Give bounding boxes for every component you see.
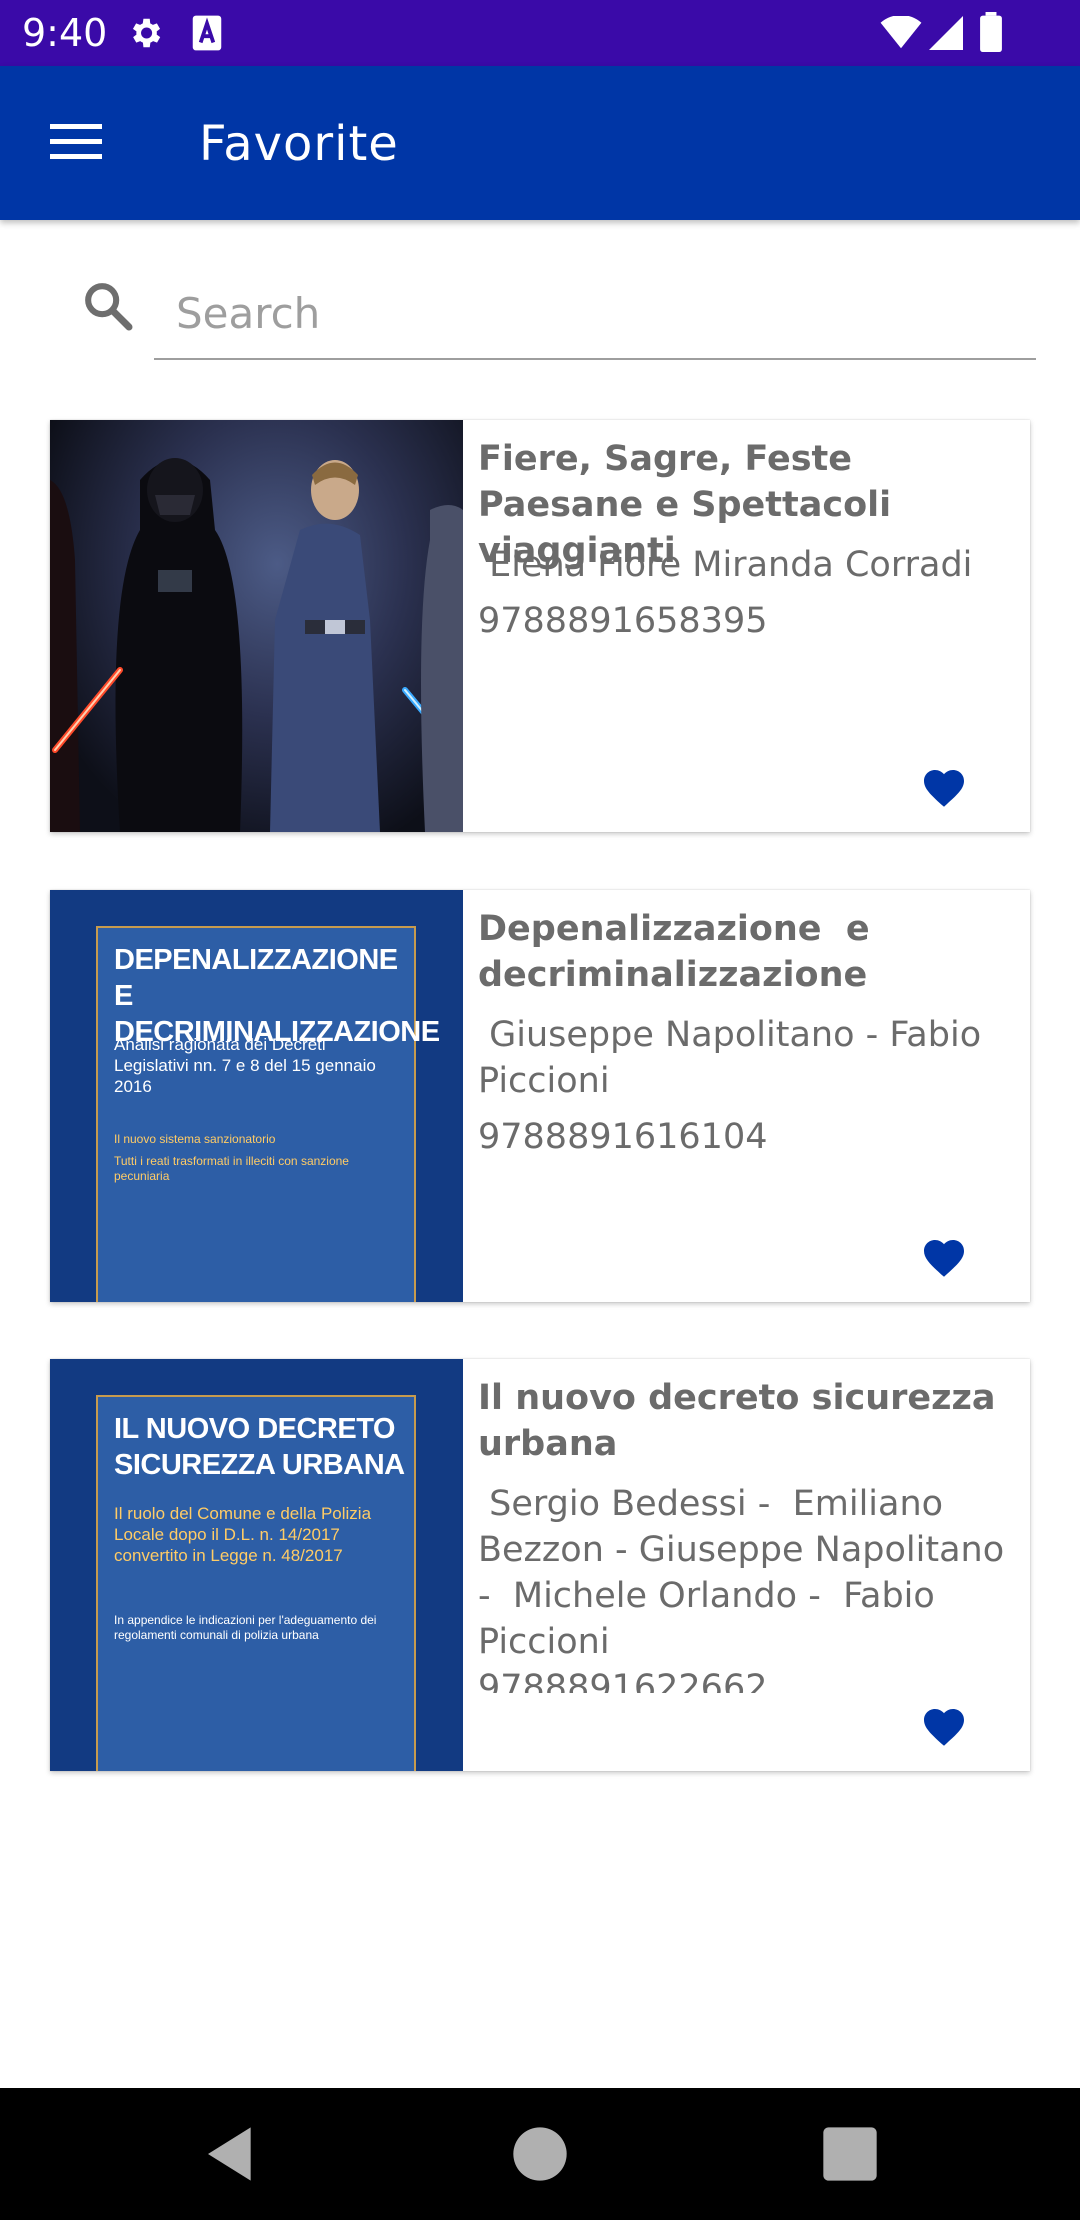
cover-panel: IL NUOVO DECRETO SICUREZZA URBANA Il ruo… [96,1395,416,1771]
system-navigation-bar [0,2088,1080,2220]
cover-bullet: Tutti i reati trasformati in illeciti co… [114,1154,349,1183]
search-icon [85,283,133,331]
book-authors-and-isbn: Sergio Bedessi - Emiliano Bezzon - Giuse… [478,1481,1023,1693]
heart-icon[interactable] [920,764,968,808]
back-triangle-icon[interactable] [200,2122,264,2186]
book-cover-image [50,420,463,832]
cover-subtitle: Analisi ragionata dei Decreti Legislativ… [114,1035,376,1096]
menu-icon [50,124,102,129]
battery-icon [980,12,1002,52]
book-isbn: 9788891616104 [478,1117,768,1157]
book-isbn: 9788891622662 [478,1668,768,1693]
search-input[interactable] [154,268,1036,360]
book-authors: Giuseppe Napolitano - Fabio Piccioni [478,1015,993,1101]
cover-heading: IL NUOVO DECRETO SICUREZZA URBANA [114,1413,405,1481]
search-bar [0,240,1080,380]
page-title: Favorite [199,116,399,172]
cover-illustration [50,458,463,832]
status-time: 9:40 [22,11,108,55]
book-card[interactable]: IL NUOVO DECRETO SICUREZZA URBANA Il ruo… [50,1359,1030,1771]
book-info: Il nuovo decreto sicurezza urbana Sergio… [463,1359,1030,1771]
cover-panel: DEPENALIZZAZIONE E DECRIMINALIZZAZIONE A… [96,926,440,1302]
cover-bullet: In appendice le indicazioni per l'adegua… [114,1613,377,1642]
cellular-signal-icon [929,16,963,50]
book-info: Fiere, Sagre, Feste Paesane e Spettacoli… [463,420,1030,832]
menu-button[interactable] [30,104,124,184]
home-circle-icon[interactable] [508,2122,572,2186]
cover-subtitle: Il ruolo del Comune e della Polizia Loca… [114,1504,372,1565]
heart-icon[interactable] [920,1703,968,1747]
book-info: Depenalizzazione e decriminalizzazione G… [463,890,1030,1302]
accessibility-font-icon [192,15,222,51]
book-cover-image: DEPENALIZZAZIONE E DECRIMINALIZZAZIONE A… [50,890,463,1302]
app-bar: Favorite [0,66,1080,220]
book-cover-image: IL NUOVO DECRETO SICUREZZA URBANA Il ruo… [50,1359,463,1771]
book-authors: Sergio Bedessi - Emiliano Bezzon - Giuse… [478,1484,1016,1662]
book-title: Il nuovo decreto sicurezza urbana [478,1378,996,1464]
cover-bullet: Il nuovo sistema sanzionatorio [114,1132,276,1146]
wifi-icon [880,16,922,49]
book-card[interactable]: DEPENALIZZAZIONE E DECRIMINALIZZAZIONE A… [50,890,1030,1302]
status-bar: 9:40 [0,0,1080,66]
recents-square-icon[interactable] [818,2122,882,2186]
settings-icon [132,18,161,48]
book-card[interactable]: Fiere, Sagre, Feste Paesane e Spettacoli… [50,420,1030,832]
book-title: Depenalizzazione e decriminalizzazione [478,909,882,995]
heart-icon[interactable] [920,1234,968,1278]
book-isbn: 9788891658395 [478,601,768,641]
book-authors: Elena Fiore Miranda Corradi [478,545,973,585]
